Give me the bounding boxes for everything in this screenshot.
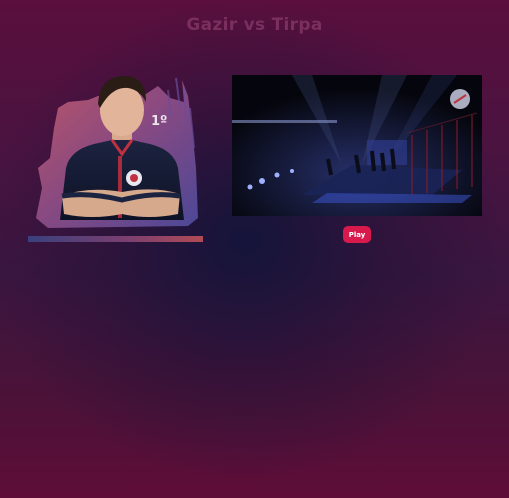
player-accent-bar [28, 236, 203, 242]
arena-stage-thumbnail [232, 75, 482, 216]
page-title: Gazir vs Tirpa [186, 15, 323, 35]
video-preview[interactable] [232, 75, 482, 216]
player-card: 1º [28, 68, 204, 244]
play-button[interactable]: Play [343, 226, 371, 243]
player-portrait [36, 76, 198, 228]
player-rank: 1º [151, 114, 168, 129]
